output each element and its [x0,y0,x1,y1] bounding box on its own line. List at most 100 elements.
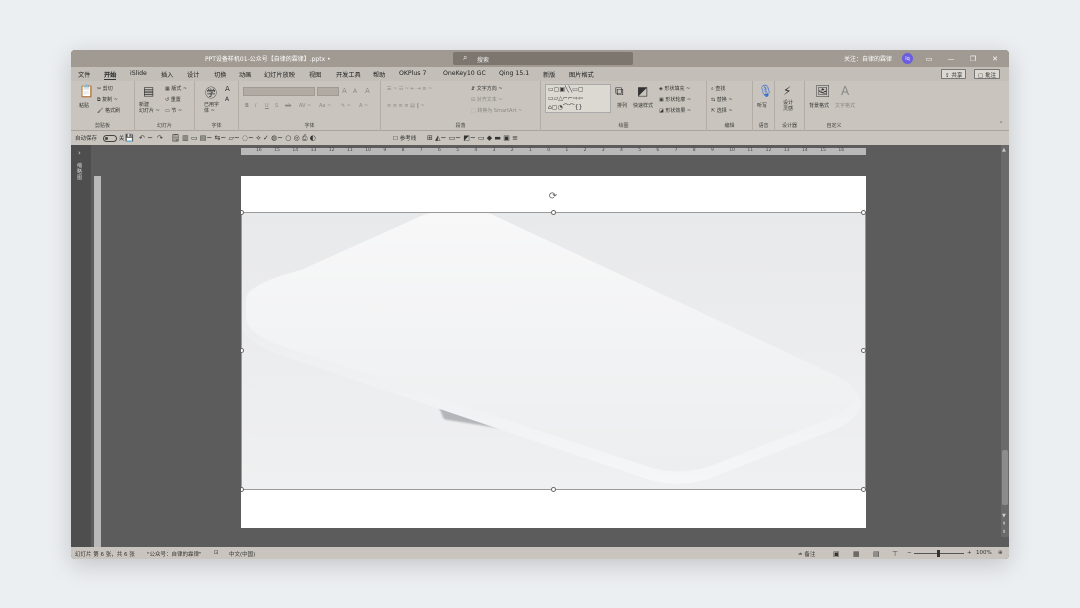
microphone-icon[interactable]: 🎙 [758,84,773,98]
tab-insert[interactable]: 插入 [161,70,173,79]
paste-icon[interactable]: 📋 [79,84,94,98]
rotate-handle-icon[interactable]: ⟳ [547,191,559,203]
tab-view[interactable]: 视图 [309,70,321,79]
change-case-button[interactable]: Aa ~ [319,103,331,109]
minimize-icon[interactable]: — [945,55,957,63]
reuse-font-button[interactable]: 已用字 体 ~ [204,102,219,114]
bullets-icon[interactable]: ☰ ~ ☷ ~ ⇤ ⇥ ≡ ~ [387,86,432,92]
save-icon[interactable]: 💾 [125,134,134,142]
resize-handle[interactable] [861,348,866,353]
search-box[interactable]: ⌕ 搜索 [453,52,633,65]
find-button[interactable]: ⌕ 查找 [711,85,725,92]
text-format-button[interactable]: 文字格式 [835,102,855,109]
tab-transitions[interactable]: 切换 [214,70,226,79]
zoom-slider-thumb[interactable] [937,550,940,557]
arrange-button[interactable]: 排列 [617,102,627,109]
paste-button[interactable]: 粘贴 [79,102,89,109]
share-button[interactable]: ⇪ 共享 [941,69,967,79]
char-spacing-icon[interactable]: AV ~ [299,103,311,109]
thumbnail-pane[interactable]: › 缩略图 [71,145,91,547]
format-painter-button[interactable]: 🖌 格式刷 [97,107,120,114]
qat-more-icons[interactable]: ⊞ ◭~ ▭~ ◩~ ▭ ◆ ▬ ▣ ≡ [427,134,518,142]
reset-button[interactable]: ↺ 重置 [165,96,181,103]
font-name-select[interactable] [243,87,315,96]
section-button[interactable]: ▭ 节 ~ [165,107,182,114]
resize-handle[interactable] [241,487,244,492]
tab-qing[interactable]: Qing 15.1 [499,70,529,77]
resize-handle[interactable] [551,487,556,492]
resize-handle[interactable] [551,210,556,215]
tab-file[interactable]: 文件 [78,70,90,79]
slide-sorter-icon[interactable]: ▦ [853,550,860,558]
tab-slideshow[interactable]: 幻灯片放映 [264,70,295,79]
vertical-scrollbar[interactable]: ▲ ▼ ⇞ ⇟ [1001,145,1009,537]
reading-view-icon[interactable]: ▤ [873,550,880,558]
strikethrough-button[interactable]: ab [285,103,291,109]
copy-button[interactable]: ⧉ 复制 ~ [97,96,118,103]
highlight-icon[interactable]: ✎ ~ [341,103,351,109]
slide-canvas[interactable]: ⟳ [241,176,866,528]
shape-outline-button[interactable]: ▣ 形状轮廓 ~ [659,96,691,103]
designer-icon[interactable]: ⚡ [783,84,791,98]
new-slide-icon[interactable]: ▤ [143,84,154,98]
align-text-button[interactable]: ⊟ 对齐文本 ~ [471,96,503,103]
font-color-icon[interactable]: A ~ [359,103,368,109]
underline-button[interactable]: U [265,103,269,109]
prev-slide-icon[interactable]: ⇞ [1002,521,1006,527]
background-format-button[interactable]: 背景格式 [809,102,829,109]
collapse-ribbon-icon[interactable]: ⌃ [999,121,1003,127]
shape-fill-button[interactable]: ◈ 形状填充 ~ [659,85,690,92]
tab-home[interactable]: 开始 [104,70,117,80]
comment-button[interactable]: ▢ 批注 [974,69,1000,79]
cut-button[interactable]: ✂ 剪切 [97,85,113,92]
tab-okplus[interactable]: OKPlus 7 [399,70,426,77]
zoom-in-icon[interactable]: + [967,550,972,556]
font-reuse-icon[interactable]: ㊫ [205,84,217,101]
slideshow-icon[interactable]: ⊤ [892,550,898,558]
text-format-icon[interactable]: A [841,84,849,98]
align-icons[interactable]: ≡ ≡ ≡ ≡ ▤ ‖ ~ [387,103,425,109]
text-direction-button[interactable]: ⇵ 文字方向 ~ [471,85,503,92]
zoom-out-icon[interactable]: − [907,550,912,556]
shrink-font-icon[interactable]: A [353,88,357,95]
autosave-toggle[interactable]: 关 [103,134,124,142]
quick-styles-icon[interactable]: ◩ [637,84,648,98]
reference-line-checkbox[interactable]: ☐ 参考线 [393,134,416,142]
normal-view-icon[interactable]: ▣ [833,550,840,558]
background-format-icon[interactable]: 🖼 [815,84,830,98]
tab-picture-format[interactable]: 图片格式 [569,70,594,79]
smartart-button[interactable]: ⬚ 转换为 SmartArt ~ [471,107,522,114]
design-ideas-button[interactable]: 设计 灵感 [783,100,793,112]
redo-icon[interactable]: ↷ [157,134,163,142]
shapes-gallery[interactable]: ▭▢▣╲╲▭▢ ▭▱△⌐⌐⇨⇦ ⌂▢◔⌒⌒{} [545,84,611,113]
tab-onekey[interactable]: OneKey10 GC [443,70,486,77]
arrange-icon[interactable]: ⧉ [615,84,624,99]
expand-thumbnails-icon[interactable]: › [78,149,81,157]
font-grow-icon[interactable]: A [225,85,230,93]
tab-design[interactable]: 设计 [187,70,199,79]
shadow-button[interactable]: S [275,103,278,109]
resize-handle[interactable] [861,487,866,492]
grow-font-icon[interactable]: A [342,87,347,95]
dictate-button[interactable]: 听写 [757,102,767,109]
tab-developer[interactable]: 开发工具 [336,70,361,79]
scroll-thumb[interactable] [1002,450,1008,505]
avatar[interactable]: lq [902,53,913,64]
tab-islide[interactable]: iSlide [130,70,147,77]
user-label[interactable]: 关注：自律的霖律 [844,54,892,63]
ribbon-display-icon[interactable]: ▭ [923,55,935,63]
image-selection-frame[interactable] [241,212,866,490]
scroll-down-icon[interactable]: ▼ [1002,513,1006,519]
replace-button[interactable]: ⇆ 替换 ~ [711,96,733,103]
italic-button[interactable]: I [255,103,256,109]
tab-new[interactable]: 新版 [543,70,555,79]
tab-help[interactable]: 帮助 [373,70,385,79]
close-icon[interactable]: ✕ [989,55,1001,63]
notes-button[interactable]: ≐ 备注 [798,550,815,558]
new-slide-button[interactable]: 新建 幻灯片 ~ [139,102,160,114]
layout-button[interactable]: ▦ 版式 ~ [165,85,187,92]
scroll-up-icon[interactable]: ▲ [1002,147,1006,153]
quick-styles-button[interactable]: 快速样式 [633,102,653,109]
bold-button[interactable]: B [245,103,249,109]
fit-to-window-icon[interactable]: ⊕ [998,550,1003,556]
